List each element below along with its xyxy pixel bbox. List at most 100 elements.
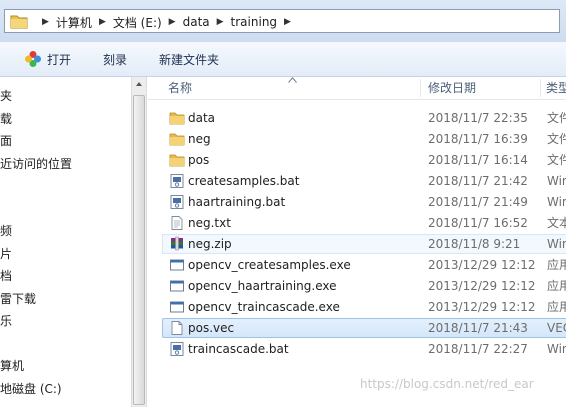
nav-item[interactable]: 计算机 [0,357,24,375]
file-list: 名称 修改日期 类型 data 2018/11/7 22:35 文件 neg 2018/… [148,77,566,407]
new-folder-button-label: 新建文件夹 [159,52,220,67]
file-row[interactable]: data 2018/11/7 22:35 文件 [162,108,566,128]
file-row[interactable]: pos 2018/11/7 16:14 文件 [162,150,566,170]
new-folder-button[interactable]: 新建文件夹 [149,47,229,71]
breadcrumb-separator-icon[interactable]: ▶ [99,17,106,27]
column-divider[interactable] [420,79,421,97]
file-name: neg.zip [188,237,232,251]
file-type: 应用 [547,279,566,293]
bat-file-icon [169,173,185,189]
column-header: 名称 修改日期 类型 [148,77,566,100]
file-type: 文件 [547,111,566,125]
file-type: 文件 [547,132,566,146]
file-date-modified: 2018/11/7 22:35 [428,111,528,125]
scrollbar-thumb[interactable] [133,95,145,405]
file-row[interactable]: neg.txt 2018/11/7 16:52 文本 [162,213,566,233]
sort-ascending-icon [288,77,297,83]
burn-button-label: 刻录 [103,52,128,67]
nav-item[interactable]: 藏夹 [0,87,12,105]
breadcrumb-separator-icon[interactable]: ▶ [284,17,291,27]
file-date-modified: 2013/12/29 12:12 [428,300,536,314]
bat-file-icon [169,194,185,210]
file-date-modified: 2018/11/7 21:43 [428,321,528,335]
command-toolbar: 打开 刻录 新建文件夹 [0,42,566,77]
file-type: 应用 [547,258,566,272]
file-name: pos.vec [188,321,235,335]
file-row[interactable]: haartraining.bat 2018/11/7 21:49 Win [162,192,566,212]
file-type: Win [547,195,566,209]
file-row[interactable]: pos.vec 2018/11/7 21:43 VEC [162,318,566,338]
column-name[interactable]: 名称 [168,77,192,99]
file-row[interactable]: neg.zip 2018/11/8 9:21 Win [162,234,566,254]
file-type: Win [547,342,566,356]
folder-icon [10,15,28,29]
address-bar[interactable]: ▶ 计算机 ▶ 文档 (E:) ▶ data ▶ training ▶ [4,9,560,33]
column-type[interactable]: 类型 [546,77,566,99]
burn-button[interactable]: 刻录 [93,47,137,71]
file-type: VEC [547,321,566,335]
breadcrumb-separator-icon[interactable]: ▶ [42,17,49,27]
open-button-label: 打开 [47,52,72,67]
nav-item[interactable]: 迅雷下载 [0,290,36,308]
file-row[interactable]: opencv_haartraining.exe 2013/12/29 12:12 应… [162,276,566,296]
file-row[interactable]: neg 2018/11/7 16:39 文件 [162,129,566,149]
file-date-modified: 2018/11/7 21:42 [428,174,528,188]
file-type: 文件 [547,153,566,167]
file-name: opencv_createsamples.exe [188,258,351,272]
nav-item[interactable]: 下载 [0,110,12,128]
nav-item[interactable]: 本地磁盘 (C:) [0,380,62,398]
exe-file-icon [169,257,185,273]
file-date-modified: 2018/11/7 22:27 [428,342,528,356]
breadcrumb-separator-icon[interactable]: ▶ [169,17,176,27]
file-row[interactable]: opencv_traincascade.exe 2013/12/29 12:12 应… [162,297,566,317]
breadcrumb-item[interactable]: 文档 (E:) [113,14,162,31]
address-bar-area: ▶ 计算机 ▶ 文档 (E:) ▶ data ▶ training ▶ [0,0,566,42]
breadcrumb-separator-icon[interactable]: ▶ [217,17,224,27]
folder-icon [169,131,185,147]
nav-item[interactable]: 桌面 [0,132,12,150]
navigation-scrollbar[interactable] [131,77,147,407]
column-divider[interactable] [540,79,541,97]
file-row[interactable]: traincascade.bat 2018/11/7 22:27 Win [162,339,566,359]
breadcrumb-item[interactable]: training [231,15,278,29]
nav-item[interactable]: 文档 [0,267,12,285]
file-name: neg.txt [188,216,231,230]
file-name: opencv_traincascade.exe [188,300,340,314]
breadcrumb-item[interactable]: data [183,15,210,29]
nav-item[interactable]: 视频 [0,222,12,240]
file-type: 文本 [547,216,566,230]
open-button[interactable]: 打开 [14,47,81,71]
file-name: createsamples.bat [188,174,300,188]
column-date-modified[interactable]: 修改日期 [428,77,476,99]
watermark-text: https://blog.csdn.net/red_ear [360,377,534,391]
file-date-modified: 2013/12/29 12:12 [428,258,536,272]
bat-file-icon [169,341,185,357]
file-date-modified: 2018/11/8 9:21 [428,237,521,251]
file-row[interactable]: createsamples.bat 2018/11/7 21:42 Win [162,171,566,191]
exe-file-icon [169,278,185,294]
folder-icon [169,110,185,126]
file-type: Win [547,237,566,251]
file-name: opencv_haartraining.exe [188,279,337,293]
nav-item[interactable]: 图片 [0,245,12,263]
file-date-modified: 2018/11/7 16:39 [428,132,528,146]
file-row[interactable]: opencv_createsamples.exe 2013/12/29 12:12… [162,255,566,275]
scroll-up-icon[interactable] [134,79,144,89]
file-date-modified: 2018/11/7 16:14 [428,153,528,167]
file-type: 应用 [547,300,566,314]
file-name: neg [188,132,211,146]
exe-file-icon [169,299,185,315]
breadcrumb: ▶ 计算机 ▶ 文档 (E:) ▶ data ▶ training ▶ [35,13,298,31]
navigation-pane: 藏夹下载桌面最近访问的位置视频图片文档迅雷下载音乐计算机本地磁盘 (C:) [0,77,131,407]
file-type: Win [547,174,566,188]
file-date-modified: 2013/12/29 12:12 [428,279,536,293]
file-name: traincascade.bat [188,342,289,356]
file-date-modified: 2018/11/7 21:49 [428,195,528,209]
file-date-modified: 2018/11/7 16:52 [428,216,528,230]
nav-item[interactable]: 最近访问的位置 [0,155,72,173]
blank-file-icon [169,320,185,336]
file-name: data [188,111,216,125]
file-name: haartraining.bat [188,195,286,209]
nav-item[interactable]: 音乐 [0,312,12,330]
breadcrumb-item[interactable]: 计算机 [56,14,92,31]
